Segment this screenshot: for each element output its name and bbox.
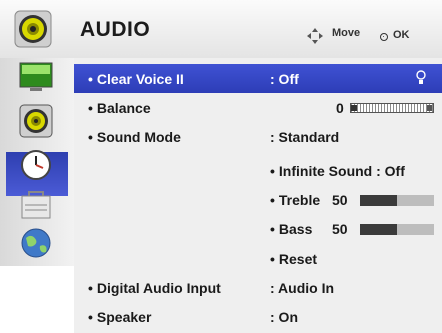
treble-slider-fill xyxy=(360,195,397,206)
balance-slider[interactable] xyxy=(350,103,434,113)
speaker-icon xyxy=(14,10,52,48)
speaker-row[interactable]: • Speaker : On xyxy=(74,302,442,331)
bass-slider-fill xyxy=(360,224,397,235)
menu-header: AUDIO Move OK xyxy=(0,0,442,58)
digital-audio-input-value: : Audio In xyxy=(270,280,335,296)
bass-row[interactable]: • Bass 50 xyxy=(74,214,442,243)
category-sidebar xyxy=(0,58,74,266)
digital-audio-input-row[interactable]: • Digital Audio Input : Audio In xyxy=(74,273,442,302)
treble-label: • Treble xyxy=(270,192,321,208)
tv-picture-icon[interactable] xyxy=(18,60,54,94)
balance-value: 0 xyxy=(336,100,344,116)
sound-mode-label: • Sound Mode xyxy=(88,129,181,145)
ok-hint-label: OK xyxy=(393,29,410,41)
sound-mode-value: : Standard xyxy=(270,129,340,145)
reset-label: • Reset xyxy=(270,251,318,267)
clock-icon[interactable] xyxy=(18,148,54,182)
balance-row[interactable]: • Balance 0 xyxy=(74,93,442,122)
treble-row[interactable]: • Treble 50 xyxy=(74,185,442,214)
sound-mode-row[interactable]: • Sound Mode : Standard xyxy=(74,122,442,151)
speaker-value: : On xyxy=(270,309,298,325)
ok-button-icon xyxy=(380,33,388,41)
balance-label: • Balance xyxy=(88,100,151,116)
speaker-label: • Speaker xyxy=(88,309,152,325)
page-title: AUDIO xyxy=(80,18,151,41)
reset-row[interactable]: • Reset xyxy=(74,244,442,273)
bass-label: • Bass xyxy=(270,221,313,237)
lightbulb-icon xyxy=(416,70,426,84)
digital-audio-input-label: • Digital Audio Input xyxy=(88,280,221,296)
settings-list: • Clear Voice II : Off • Balance 0 • Sound … xyxy=(74,58,442,333)
balance-slider-end xyxy=(427,105,432,111)
clear-voice-label: • Clear Voice II xyxy=(88,71,184,87)
clear-voice-value: : Off xyxy=(270,71,299,87)
globe-icon[interactable] xyxy=(18,226,54,260)
treble-value: 50 xyxy=(332,192,348,208)
treble-slider[interactable] xyxy=(360,195,434,206)
speaker-icon[interactable] xyxy=(18,104,54,138)
balance-slider-knob[interactable] xyxy=(351,105,357,111)
directional-arrows-icon xyxy=(307,28,323,44)
clear-voice-row[interactable]: • Clear Voice II : Off xyxy=(74,64,442,93)
bass-slider[interactable] xyxy=(360,224,434,235)
bass-value: 50 xyxy=(332,221,348,237)
infinite-sound-row[interactable]: • Infinite Sound : Off xyxy=(74,156,442,185)
move-hint-label: Move xyxy=(332,27,361,39)
infinite-sound-label: • Infinite Sound : Off xyxy=(270,163,405,179)
lock-icon[interactable] xyxy=(18,188,54,222)
